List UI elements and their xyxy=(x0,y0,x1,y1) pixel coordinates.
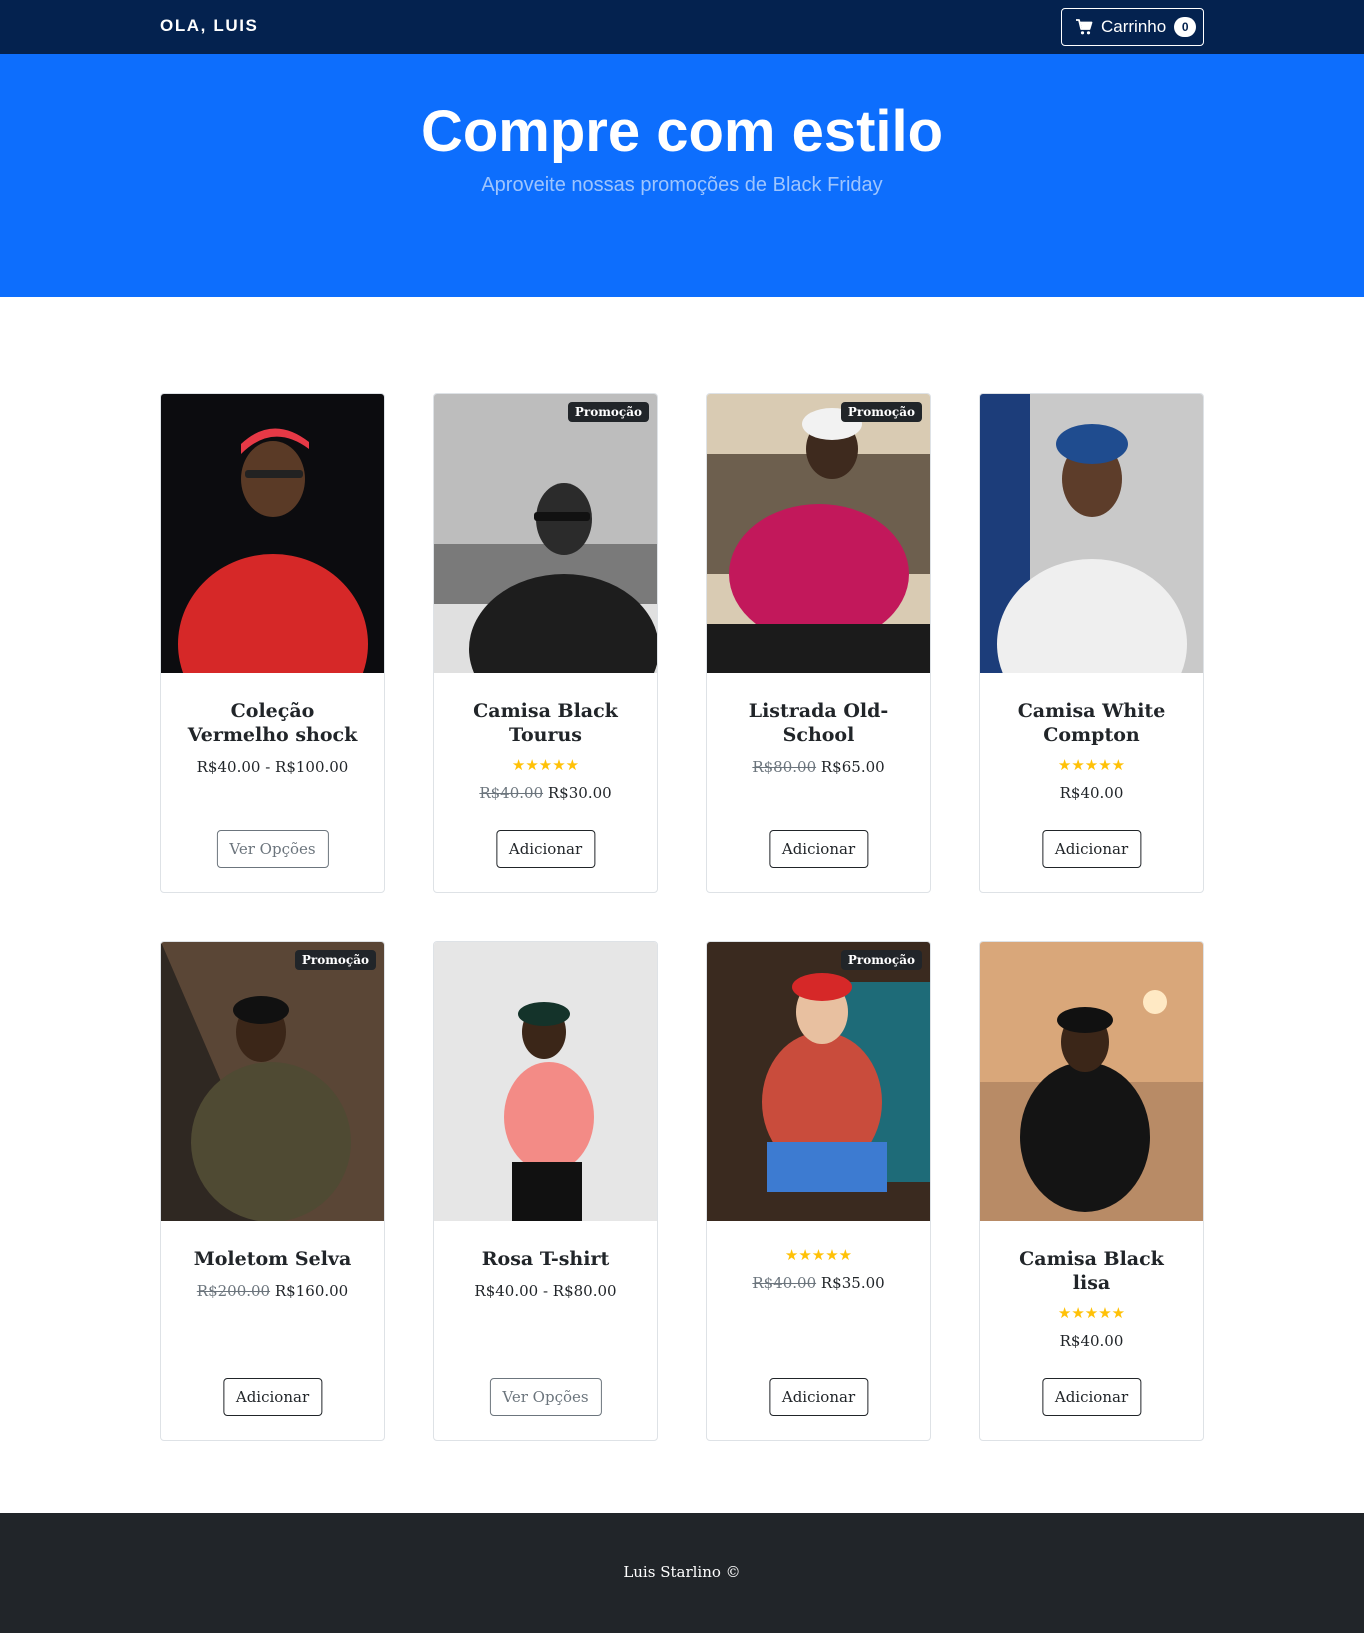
product-card-body: ★★★★★ R$40.00 R$35.00 xyxy=(707,1221,930,1293)
sale-badge: Promoção xyxy=(840,950,922,970)
product-title: Rosa T-shirt xyxy=(481,1248,610,1270)
product-image[interactable] xyxy=(434,394,657,673)
footer: Luis Starlino © xyxy=(0,1513,1364,1633)
product-title: Listrada Old-School xyxy=(748,700,889,746)
product-card-body: Rosa T-shirt R$40.00 - R$80.00 xyxy=(434,1221,657,1301)
current-price: R$160.00 xyxy=(274,1282,349,1300)
product-price: R$80.00 R$65.00 xyxy=(725,757,912,777)
rating-stars: ★★★★★ xyxy=(1057,756,1126,774)
rating-stars: ★★★★★ xyxy=(1057,1304,1126,1322)
product-price: R$40.00 - R$80.00 xyxy=(452,1281,639,1301)
sale-badge: Promoção xyxy=(567,402,649,422)
product-card[interactable]: Coleção Vermelho shock R$40.00 - R$100.00… xyxy=(160,393,385,893)
old-price: R$40.00 xyxy=(479,784,544,802)
navbar: OLA, LUIS Carrinho 0 xyxy=(0,0,1364,54)
product-image[interactable] xyxy=(161,942,384,1221)
product-card[interactable]: Promoção Listrada Old-School R$80.00 R$65.… xyxy=(706,393,931,893)
old-price: R$40.00 xyxy=(752,1274,817,1292)
rating-stars: ★★★★★ xyxy=(511,756,580,774)
footer-text: Luis Starlino © xyxy=(623,1563,741,1581)
old-price: R$80.00 xyxy=(752,758,817,776)
product-image[interactable] xyxy=(980,942,1203,1221)
product-image[interactable] xyxy=(161,394,384,673)
product-card-body: Moletom Selva R$200.00 R$160.00 xyxy=(161,1221,384,1301)
product-card-body: Coleção Vermelho shock R$40.00 - R$100.00 xyxy=(161,673,384,777)
hero-banner: Compre com estilo Aproveite nossas promo… xyxy=(0,54,1364,297)
add-to-cart-button[interactable]: Adicionar xyxy=(1041,830,1142,868)
product-price: R$40.00 R$35.00 xyxy=(725,1273,912,1293)
cart-label: Carrinho xyxy=(1101,17,1167,36)
product-image[interactable] xyxy=(707,394,930,673)
cart-button[interactable]: Carrinho 0 xyxy=(1061,8,1204,46)
sale-badge: Promoção xyxy=(294,950,376,970)
view-options-button[interactable]: Ver Opções xyxy=(216,830,329,868)
cart-count-badge: 0 xyxy=(1174,17,1197,37)
hero-title: Compre com estilo xyxy=(420,99,944,164)
product-title: Camisa Black lisa xyxy=(1019,1248,1164,1294)
add-to-cart-button[interactable]: Adicionar xyxy=(222,1378,323,1416)
sale-badge: Promoção xyxy=(840,402,922,422)
product-price: R$200.00 R$160.00 xyxy=(179,1281,366,1301)
add-to-cart-button[interactable]: Adicionar xyxy=(768,1378,869,1416)
product-card-body: Camisa White Compton ★★★★★ R$40.00 xyxy=(980,673,1203,803)
product-price: R$40.00 xyxy=(998,783,1185,803)
add-to-cart-button[interactable]: Adicionar xyxy=(768,830,869,868)
add-to-cart-button[interactable]: Adicionar xyxy=(495,830,596,868)
product-title: Camisa White Compton xyxy=(1017,700,1166,746)
product-card[interactable]: Camisa White Compton ★★★★★ R$40.00 Adiciona… xyxy=(979,393,1204,893)
brand-link[interactable]: OLA, LUIS xyxy=(160,16,258,36)
product-card[interactable]: Promoção Moletom Selva R$200.00 R$160.00 Ad… xyxy=(160,941,385,1441)
current-price: R$40.00 - R$100.00 xyxy=(196,758,349,776)
current-price: R$65.00 xyxy=(820,758,885,776)
product-image[interactable] xyxy=(434,942,657,1221)
product-title: Moletom Selva xyxy=(193,1248,352,1270)
product-card[interactable]: Camisa Black lisa ★★★★★ R$40.00 Adicionar xyxy=(979,941,1204,1441)
current-price: R$30.00 xyxy=(547,784,612,802)
rating-stars: ★★★★★ xyxy=(784,1246,853,1264)
cart-icon xyxy=(1075,18,1093,36)
view-options-button[interactable]: Ver Opções xyxy=(489,1378,602,1416)
current-price: R$35.00 xyxy=(820,1274,885,1292)
current-price: R$40.00 xyxy=(1059,784,1124,802)
product-card[interactable]: Rosa T-shirt R$40.00 - R$80.00 Ver Opções xyxy=(433,941,658,1441)
product-title: Camisa Black Tourus xyxy=(473,700,618,746)
product-card-body: Camisa Black Tourus ★★★★★ R$40.00 R$30.00 xyxy=(434,673,657,803)
product-image[interactable] xyxy=(707,942,930,1221)
product-card[interactable]: Promoção Camisa Black Tourus ★★★★★ R$40.00 … xyxy=(433,393,658,893)
old-price: R$200.00 xyxy=(196,1282,271,1300)
add-to-cart-button[interactable]: Adicionar xyxy=(1041,1378,1142,1416)
product-price: R$40.00 R$30.00 xyxy=(452,783,639,803)
product-price: R$40.00 xyxy=(998,1331,1185,1351)
product-title: Coleção Vermelho shock xyxy=(187,700,358,746)
product-image[interactable] xyxy=(980,394,1203,673)
product-card-body: Listrada Old-School R$80.00 R$65.00 xyxy=(707,673,930,777)
current-price: R$40.00 xyxy=(1059,1332,1124,1350)
product-card[interactable]: Promoção ★★★★★ R$40.00 R$35.00 Adicionar xyxy=(706,941,931,1441)
current-price: R$40.00 - R$80.00 xyxy=(474,1282,617,1300)
product-price: R$40.00 - R$100.00 xyxy=(179,757,366,777)
product-card-body: Camisa Black lisa ★★★★★ R$40.00 xyxy=(980,1221,1203,1351)
hero-subtitle: Aproveite nossas promoções de Black Frid… xyxy=(481,174,883,196)
